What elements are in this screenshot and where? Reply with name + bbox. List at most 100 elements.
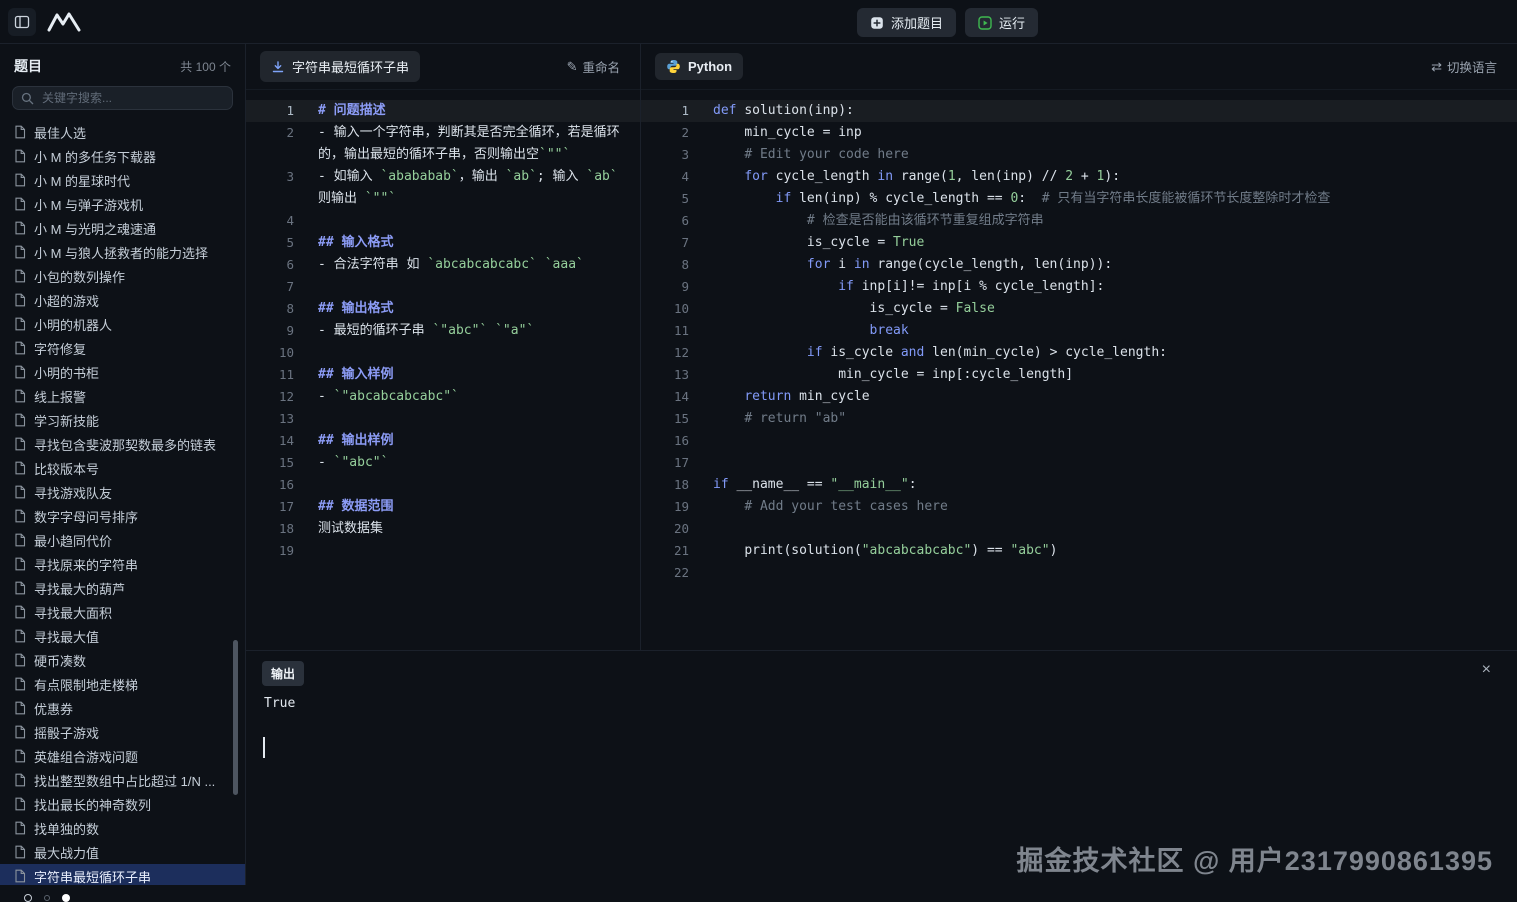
sidebar-item[interactable]: 最小趋同代价 bbox=[0, 528, 245, 552]
document-icon bbox=[14, 293, 26, 307]
sidebar-item[interactable]: 寻找最大面积 bbox=[0, 600, 245, 624]
editor-line[interactable]: 11 break bbox=[641, 320, 1517, 342]
sidebar-item[interactable]: 寻找最大的葫芦 bbox=[0, 576, 245, 600]
editor-line[interactable]: 19 bbox=[246, 540, 640, 562]
sidebar-item[interactable]: 小明的机器人 bbox=[0, 312, 245, 336]
editor-line[interactable]: 3 # Edit your code here bbox=[641, 144, 1517, 166]
sidebar-item[interactable]: 小 M 与弹子游戏机 bbox=[0, 192, 245, 216]
editor-line[interactable]: 5 if len(inp) % cycle_length == 0: # 只有当… bbox=[641, 188, 1517, 210]
editor-line[interactable]: 8## 输出格式 bbox=[246, 298, 640, 320]
sidebar-item[interactable]: 硬币凑数 bbox=[0, 648, 245, 672]
search-input[interactable] bbox=[40, 90, 224, 106]
sidebar-item[interactable]: 找出整型数组中占比超过 1/N ... bbox=[0, 768, 245, 792]
sidebar-item[interactable]: 最大战力值 bbox=[0, 840, 245, 864]
editor-line[interactable]: 12- `"abcabcabcabc"` bbox=[246, 386, 640, 408]
sidebar-scrollbar[interactable] bbox=[233, 640, 238, 795]
line-number: 12 bbox=[246, 386, 294, 408]
editor-line[interactable]: 7 bbox=[246, 276, 640, 298]
editor-line[interactable]: 19 # Add your test cases here bbox=[641, 496, 1517, 518]
sidebar-item[interactable]: 字符修复 bbox=[0, 336, 245, 360]
document-icon bbox=[14, 821, 26, 835]
editor-line[interactable]: 2- 输入一个字符串，判断其是否完全循环，若是循环的，输出最短的循环子串，否则输… bbox=[246, 122, 640, 166]
sidebar-item[interactable]: 比较版本号 bbox=[0, 456, 245, 480]
line-number: 5 bbox=[246, 232, 294, 254]
line-number: 16 bbox=[641, 430, 689, 452]
editor-line[interactable]: 17## 数据范围 bbox=[246, 496, 640, 518]
add-problem-button[interactable]: 添加题目 bbox=[857, 8, 956, 37]
document-icon bbox=[14, 269, 26, 283]
rename-button[interactable]: ✎ 重命名 bbox=[561, 56, 626, 77]
editor-line[interactable]: 14 return min_cycle bbox=[641, 386, 1517, 408]
code-editor[interactable]: 1def solution(inp):2 min_cycle = inp3 # … bbox=[641, 90, 1517, 650]
sidebar-item[interactable]: 小 M 的多任务下载器 bbox=[0, 144, 245, 168]
sidebar-item[interactable]: 小 M 与光明之魂速通 bbox=[0, 216, 245, 240]
code-panel-header: Python ⇄ 切换语言 bbox=[641, 44, 1517, 90]
run-button[interactable]: 运行 bbox=[965, 8, 1038, 37]
editor-line[interactable]: 11## 输入样例 bbox=[246, 364, 640, 386]
editor-line[interactable]: 16 bbox=[246, 474, 640, 496]
sidebar-item[interactable]: 小 M 的星球时代 bbox=[0, 168, 245, 192]
sidebar-item[interactable]: 数字字母问号排序 bbox=[0, 504, 245, 528]
close-output-button[interactable]: × bbox=[1476, 661, 1497, 679]
editor-line[interactable]: 8 for i in range(cycle_length, len(inp))… bbox=[641, 254, 1517, 276]
editor-line[interactable]: 7 is_cycle = True bbox=[641, 232, 1517, 254]
editor-line[interactable]: 22 bbox=[641, 562, 1517, 584]
search-box[interactable] bbox=[12, 86, 233, 110]
line-content: break bbox=[689, 320, 1517, 342]
editor-line[interactable]: 6 # 检查是否能由该循环节重复组成字符串 bbox=[641, 210, 1517, 232]
sidebar-item[interactable]: 线上报警 bbox=[0, 384, 245, 408]
app-window: 添加题目 运行 题目 共 100 个 最佳人选小 M 的多任务下载器小 M 的星… bbox=[0, 0, 1517, 899]
editor-line[interactable]: 10 is_cycle = False bbox=[641, 298, 1517, 320]
editor-line[interactable]: 1def solution(inp): bbox=[641, 100, 1517, 122]
sidebar-item[interactable]: 寻找最大值 bbox=[0, 624, 245, 648]
editor-line[interactable]: 18测试数据集 bbox=[246, 518, 640, 540]
editor-line[interactable]: 16 bbox=[641, 430, 1517, 452]
sidebar-item[interactable]: 英雄组合游戏问题 bbox=[0, 744, 245, 768]
output-tab[interactable]: 输出 bbox=[262, 661, 304, 686]
editor-line[interactable]: 1# 问题描述 bbox=[246, 100, 640, 122]
sidebar-item[interactable]: 小明的书柜 bbox=[0, 360, 245, 384]
sidebar-item[interactable]: 寻找游戏队友 bbox=[0, 480, 245, 504]
sidebar-item[interactable]: 字符串最短循环子串 bbox=[0, 864, 245, 885]
sidebar-item[interactable]: 小包的数列操作 bbox=[0, 264, 245, 288]
sidebar-toggle-button[interactable] bbox=[8, 8, 36, 36]
sidebar-item[interactable]: 找出最长的神奇数列 bbox=[0, 792, 245, 816]
sidebar-item[interactable]: 寻找原来的字符串 bbox=[0, 552, 245, 576]
document-icon bbox=[14, 341, 26, 355]
editor-line[interactable]: 12 if is_cycle and len(min_cycle) > cycl… bbox=[641, 342, 1517, 364]
line-number: 2 bbox=[641, 122, 689, 144]
editor-line[interactable]: 10 bbox=[246, 342, 640, 364]
editor-line[interactable]: 13 bbox=[246, 408, 640, 430]
status-dot bbox=[62, 894, 70, 902]
editor-line[interactable]: 15- `"abc"` bbox=[246, 452, 640, 474]
sidebar-item[interactable]: 找单独的数 bbox=[0, 816, 245, 840]
editor-line[interactable]: 18if __name__ == "__main__": bbox=[641, 474, 1517, 496]
problem-editor[interactable]: 1# 问题描述2- 输入一个字符串，判断其是否完全循环，若是循环的，输出最短的循… bbox=[246, 90, 640, 650]
sidebar-item[interactable]: 优惠券 bbox=[0, 696, 245, 720]
sidebar-item[interactable]: 小 M 与狼人拯救者的能力选择 bbox=[0, 240, 245, 264]
editor-line[interactable]: 2 min_cycle = inp bbox=[641, 122, 1517, 144]
sidebar-item[interactable]: 小超的游戏 bbox=[0, 288, 245, 312]
editor-line[interactable]: 14## 输出样例 bbox=[246, 430, 640, 452]
language-tab[interactable]: Python bbox=[655, 53, 743, 80]
sidebar-item[interactable]: 摇骰子游戏 bbox=[0, 720, 245, 744]
editor-line[interactable]: 15 # return "ab" bbox=[641, 408, 1517, 430]
switch-language-button[interactable]: ⇄ 切换语言 bbox=[1425, 56, 1503, 77]
editor-line[interactable]: 17 bbox=[641, 452, 1517, 474]
editor-line[interactable]: 9 if inp[i]!= inp[i % cycle_length]: bbox=[641, 276, 1517, 298]
sidebar-item[interactable]: 有点限制地走楼梯 bbox=[0, 672, 245, 696]
editor-line[interactable]: 4 bbox=[246, 210, 640, 232]
editor-line[interactable]: 6- 合法字符串 如 `abcabcabcabc` `aaa` bbox=[246, 254, 640, 276]
editor-line[interactable]: 13 min_cycle = inp[:cycle_length] bbox=[641, 364, 1517, 386]
editor-line[interactable]: 21 print(solution("abcabcabcabc") == "ab… bbox=[641, 540, 1517, 562]
editor-line[interactable]: 5## 输入格式 bbox=[246, 232, 640, 254]
editor-line[interactable]: 3- 如输入 `abababab`，输出 `ab`; 输入 `ab` 则输出 `… bbox=[246, 166, 640, 210]
editor-line[interactable]: 4 for cycle_length in range(1, len(inp) … bbox=[641, 166, 1517, 188]
editor-line[interactable]: 9- 最短的循环子串 `"abc"` `"a"` bbox=[246, 320, 640, 342]
sidebar-item[interactable]: 寻找包含斐波那契数最多的链表 bbox=[0, 432, 245, 456]
editor-line[interactable]: 20 bbox=[641, 518, 1517, 540]
sidebar-item-label: 找单独的数 bbox=[34, 819, 99, 838]
sidebar-item[interactable]: 学习新技能 bbox=[0, 408, 245, 432]
problem-title-chip[interactable]: 字符串最短循环子串 bbox=[260, 51, 420, 82]
sidebar-item[interactable]: 最佳人选 bbox=[0, 120, 245, 144]
